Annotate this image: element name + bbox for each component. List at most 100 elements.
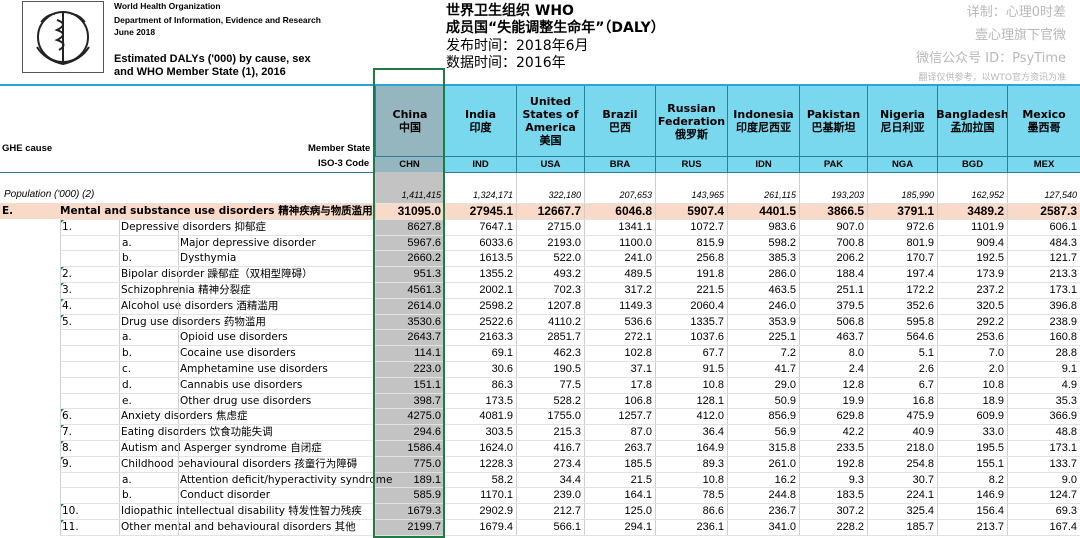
value-cell-pak[interactable]: 12.8 [799, 377, 867, 393]
value-cell-bgd[interactable]: 7.0 [937, 345, 1007, 361]
value-cell-idn[interactable]: 385.3 [727, 250, 799, 266]
value-cell-pak[interactable]: 19.9 [799, 393, 867, 409]
value-cell-bgd[interactable]: 192.5 [937, 250, 1007, 266]
value-cell-usa[interactable]: 416.7 [516, 440, 584, 456]
value-cell-nga[interactable]: 185.7 [867, 519, 937, 535]
value-cell-mex[interactable]: 9.0 [1007, 472, 1080, 488]
value-cell-bra[interactable]: 1149.3 [584, 298, 655, 314]
value-cell-bra[interactable]: 536.6 [584, 314, 655, 330]
value-cell-mex[interactable]: 124.7 [1007, 487, 1080, 503]
value-cell-bgd[interactable]: 909.4 [937, 235, 1007, 251]
value-cell-bgd[interactable]: 292.2 [937, 314, 1007, 330]
value-cell-bra[interactable]: 317.2 [584, 282, 655, 298]
value-cell-ind[interactable]: 303.5 [444, 424, 516, 440]
value-cell-idn[interactable]: 244.8 [727, 487, 799, 503]
value-cell-idn[interactable]: 246.0 [727, 298, 799, 314]
value-cell-bra[interactable]: 37.1 [584, 361, 655, 377]
value-cell-ind[interactable]: 1170.1 [444, 487, 516, 503]
value-cell-pak[interactable]: 2.4 [799, 361, 867, 377]
value-cell-ind[interactable]: 69.1 [444, 345, 516, 361]
value-cell-bra[interactable]: 125.0 [584, 503, 655, 519]
value-cell-idn[interactable]: 341.0 [727, 519, 799, 535]
value-cell-mex[interactable]: 121.7 [1007, 250, 1080, 266]
value-cell-idn[interactable]: 261.0 [727, 456, 799, 472]
value-cell-usa[interactable]: 2851.7 [516, 329, 584, 345]
population-cell[interactable]: 193,203 [799, 187, 867, 203]
value-cell-pak[interactable]: 700.8 [799, 235, 867, 251]
value-cell-nga[interactable]: 3791.1 [867, 203, 937, 219]
value-cell-rus[interactable]: 412.0 [655, 408, 727, 424]
value-cell-nga[interactable]: 254.8 [867, 456, 937, 472]
value-cell-bra[interactable]: 21.5 [584, 472, 655, 488]
value-cell-usa[interactable]: 2715.0 [516, 219, 584, 235]
value-cell-mex[interactable]: 396.8 [1007, 298, 1080, 314]
value-cell-nga[interactable]: 40.9 [867, 424, 937, 440]
value-cell-rus[interactable]: 86.6 [655, 503, 727, 519]
value-cell-bgd[interactable]: 320.5 [937, 298, 1007, 314]
value-cell-usa[interactable]: 1207.8 [516, 298, 584, 314]
value-cell-bra[interactable]: 17.8 [584, 377, 655, 393]
value-cell-bgd[interactable]: 237.2 [937, 282, 1007, 298]
country-header-bgd[interactable]: Bangladesh 孟加拉国 [936, 86, 1009, 156]
value-cell-pak[interactable]: 8.0 [799, 345, 867, 361]
value-cell-usa[interactable]: 4110.2 [516, 314, 584, 330]
value-cell-ind[interactable]: 1613.5 [444, 250, 516, 266]
value-cell-ind[interactable]: 58.2 [444, 472, 516, 488]
value-cell-idn[interactable]: 315.8 [727, 440, 799, 456]
value-cell-usa[interactable]: 493.2 [516, 266, 584, 282]
value-cell-ind[interactable]: 1624.0 [444, 440, 516, 456]
value-cell-pak[interactable]: 251.1 [799, 282, 867, 298]
value-cell-ind[interactable]: 2163.3 [444, 329, 516, 345]
value-cell-pak[interactable]: 629.8 [799, 408, 867, 424]
value-cell-rus[interactable]: 36.4 [655, 424, 727, 440]
country-header-bra[interactable]: Brazil 巴西 [584, 86, 655, 156]
population-cell[interactable]: 185,990 [867, 187, 937, 203]
value-cell-rus[interactable]: 128.1 [655, 393, 727, 409]
value-cell-bgd[interactable]: 155.1 [937, 456, 1007, 472]
value-cell-bgd[interactable]: 213.7 [937, 519, 1007, 535]
value-cell-pak[interactable]: 188.4 [799, 266, 867, 282]
value-cell-ind[interactable]: 1679.4 [444, 519, 516, 535]
population-cell[interactable]: 207,653 [584, 187, 655, 203]
value-cell-bra[interactable]: 164.1 [584, 487, 655, 503]
population-cell[interactable]: 127,540 [1007, 187, 1080, 203]
value-cell-rus[interactable]: 2060.4 [655, 298, 727, 314]
population-cell[interactable]: 162,952 [937, 187, 1007, 203]
value-cell-bgd[interactable]: 1101.9 [937, 219, 1007, 235]
value-cell-bra[interactable]: 102.8 [584, 345, 655, 361]
value-cell-usa[interactable]: 522.0 [516, 250, 584, 266]
value-cell-bgd[interactable]: 195.5 [937, 440, 1007, 456]
value-cell-mex[interactable]: 133.7 [1007, 456, 1080, 472]
value-cell-rus[interactable]: 1335.7 [655, 314, 727, 330]
value-cell-rus[interactable]: 164.9 [655, 440, 727, 456]
value-cell-mex[interactable]: 173.1 [1007, 440, 1080, 456]
value-cell-mex[interactable]: 606.1 [1007, 219, 1080, 235]
value-cell-mex[interactable]: 213.3 [1007, 266, 1080, 282]
value-cell-usa[interactable]: 566.1 [516, 519, 584, 535]
value-cell-idn[interactable]: 29.0 [727, 377, 799, 393]
value-cell-pak[interactable]: 907.0 [799, 219, 867, 235]
value-cell-nga[interactable]: 564.6 [867, 329, 937, 345]
value-cell-bgd[interactable]: 8.2 [937, 472, 1007, 488]
value-cell-ind[interactable]: 2002.1 [444, 282, 516, 298]
value-cell-pak[interactable]: 379.5 [799, 298, 867, 314]
value-cell-rus[interactable]: 1037.6 [655, 329, 727, 345]
value-cell-nga[interactable]: 172.2 [867, 282, 937, 298]
value-cell-rus[interactable]: 815.9 [655, 235, 727, 251]
value-cell-ind[interactable]: 1228.3 [444, 456, 516, 472]
value-cell-bra[interactable]: 1100.0 [584, 235, 655, 251]
value-cell-usa[interactable]: 215.3 [516, 424, 584, 440]
value-cell-pak[interactable]: 3866.5 [799, 203, 867, 219]
value-cell-ind[interactable]: 86.3 [444, 377, 516, 393]
value-cell-rus[interactable]: 91.5 [655, 361, 727, 377]
country-header-idn[interactable]: Indonesia 印度尼西亚 [727, 86, 799, 156]
country-header-nga[interactable]: Nigeria 尼日利亚 [867, 86, 937, 156]
value-cell-mex[interactable]: 69.3 [1007, 503, 1080, 519]
value-cell-nga[interactable]: 972.6 [867, 219, 937, 235]
value-cell-rus[interactable]: 89.3 [655, 456, 727, 472]
country-header-rus[interactable]: Russian Federation 俄罗斯 [655, 86, 727, 156]
value-cell-mex[interactable]: 35.3 [1007, 393, 1080, 409]
value-cell-bra[interactable]: 489.5 [584, 266, 655, 282]
value-cell-mex[interactable]: 48.8 [1007, 424, 1080, 440]
value-cell-pak[interactable]: 183.5 [799, 487, 867, 503]
